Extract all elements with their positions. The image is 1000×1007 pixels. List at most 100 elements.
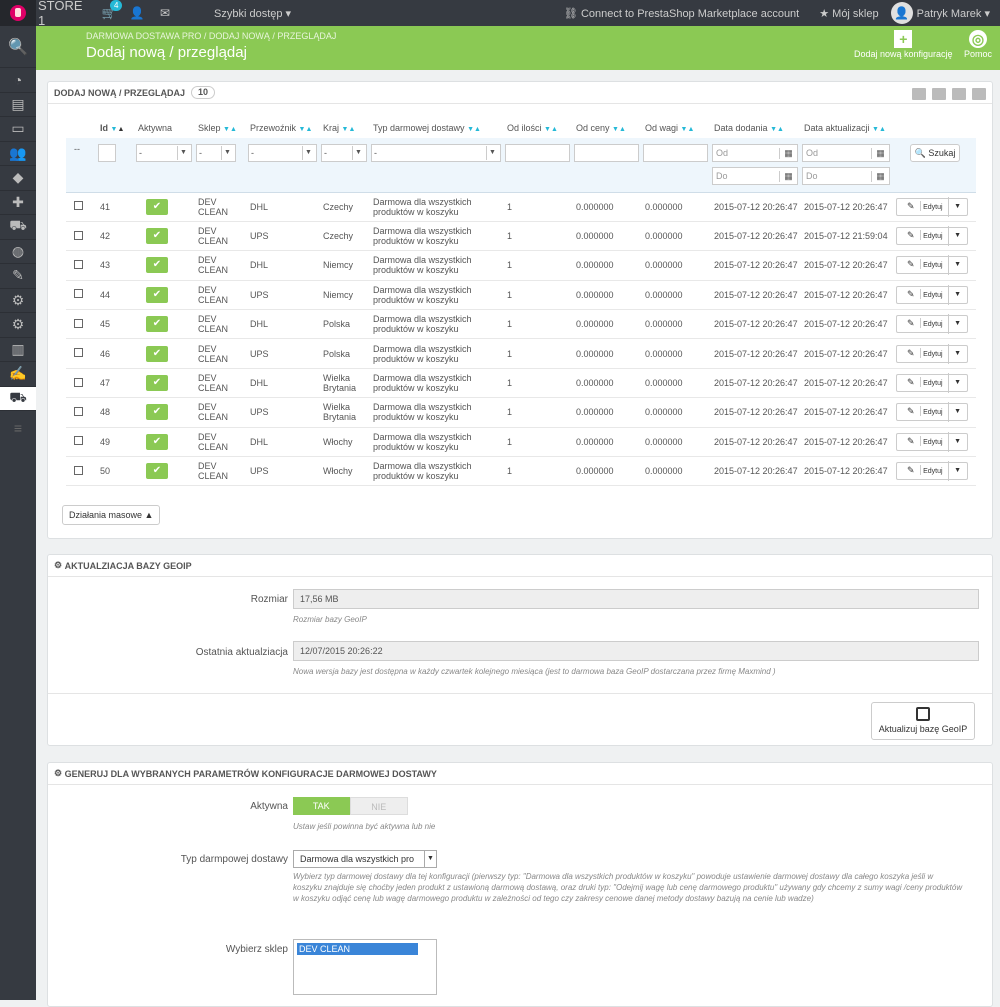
table-row[interactable]: 44 ✔ DEV CLEAN UPS Niemcy Darmowa dla wszystk… [66,280,976,311]
edit-button[interactable]: ✎ Edytuj ▼ [896,284,968,305]
catalog-tags-icon[interactable]: ◆ [0,166,36,191]
localization-icon[interactable]: ◍ [0,240,36,264]
switch-yes[interactable]: TAK [293,797,350,815]
table-row[interactable]: 43 ✔ DEV CLEAN DHL Niemcy Darmowa dla wszystk… [66,250,976,281]
quick-access-menu[interactable]: Szybki dostęp ▾ [214,7,291,20]
sql-icon[interactable] [972,88,986,100]
filter-carrier-select[interactable]: - ▼ [248,144,317,162]
table-row[interactable]: 41 ✔ DEV CLEAN DHL Czechy Darmowa dla wszystk… [66,192,976,222]
filter-weight-input[interactable] [643,144,708,162]
active-switch[interactable]: TAK NIE [293,797,408,815]
row-checkbox[interactable] [74,289,83,299]
prestashop-logo[interactable] [0,0,36,26]
shop-option[interactable]: DEV CLEAN [297,943,418,955]
mail-icon[interactable]: ✉ [156,6,174,20]
sort-icon[interactable]: ▼▲ [299,126,313,133]
edit-button[interactable]: ✎ Edytuj ▼ [896,343,968,364]
user-menu[interactable]: Patryk Marek ▾ [917,7,990,20]
switch-no[interactable]: NIE [349,797,408,815]
sort-icon[interactable]: ▼▲ [467,126,481,133]
caret-down-icon[interactable]: ▼ [949,290,967,300]
filter-id-input[interactable] [98,144,116,162]
add-config-button[interactable]: + Dodaj nową konfigurację [854,30,953,59]
col-added[interactable]: Data dodania ▼▲ [710,118,800,138]
col-country[interactable]: Kraj ▼▲ [319,118,369,138]
truck-icon[interactable]: ⛟ [0,386,36,411]
filter-updated-from[interactable]: Od ▦ [802,144,890,162]
menu-collapse-icon[interactable]: ≡ [0,411,36,445]
row-checkbox[interactable] [74,406,83,416]
table-row[interactable]: 50 ✔ DEV CLEAN UPS Włochy Darmowa dla wszystk… [66,456,976,487]
col-carrier[interactable]: Przewoźnik ▼▲ [246,118,319,138]
check-icon[interactable]: ✔ [146,375,168,392]
shipping-icon[interactable]: ⛟ [0,215,36,240]
help-button[interactable]: ◎ Pomoc [964,30,992,59]
check-icon[interactable]: ✔ [146,433,168,450]
sort-icon[interactable]: ▼▲ [872,126,886,133]
check-icon[interactable]: ✔ [146,257,168,274]
table-row[interactable]: 47 ✔ DEV CLEAN DHL Wielka Brytania Darmowa dl… [66,368,976,399]
edit-button[interactable]: ✎ Edytuj ▼ [896,314,968,335]
calendar-icon[interactable]: ▦ [871,147,889,159]
col-type[interactable]: Typ darmowej dostawy ▼▲ [369,118,503,138]
calendar-icon[interactable]: ▦ [871,170,889,182]
filter-added-to[interactable]: Do ▦ [712,167,798,185]
store-name[interactable]: STORE 1 [38,0,90,28]
export-icon[interactable] [932,88,946,100]
filter-country-select[interactable]: - ▼ [321,144,367,162]
marketplace-link[interactable]: ⛓ Connect to PrestaShop Marketplace acco… [564,7,799,20]
bulk-actions-button[interactable]: Działania masowe ▲ [62,505,161,525]
edit-button[interactable]: ✎ Edytuj ▼ [896,373,968,394]
check-icon[interactable]: ✔ [146,316,168,333]
filter-added-from[interactable]: Od ▦ [712,144,798,162]
row-checkbox[interactable] [74,348,83,358]
edit-button[interactable]: ✎ Edytuj ▼ [896,431,968,452]
edit-icon[interactable]: ✍ [0,362,36,387]
advanced-icon[interactable]: ⚙ [0,313,36,338]
customers-icon[interactable]: 👥 [0,142,36,166]
caret-down-icon[interactable]: ▼ [949,407,967,417]
sort-icon[interactable]: ▼▲ [681,126,695,133]
row-checkbox[interactable] [74,465,83,475]
row-checkbox[interactable] [74,318,83,328]
edit-button[interactable]: ✎ Edytuj ▼ [896,461,968,482]
avatar[interactable]: 👤 [890,2,913,24]
sort-icon[interactable]: ▼▲ [544,126,558,133]
table-row[interactable]: 42 ✔ DEV CLEAN UPS Czechy Darmowa dla wszystk… [66,221,976,252]
col-shop[interactable]: Sklep ▼▲ [194,118,246,138]
table-row[interactable]: 45 ✔ DEV CLEAN DHL Polska Darmowa dla wszystk… [66,309,976,340]
filter-shop-select[interactable]: - ▼ [196,144,236,162]
check-icon[interactable]: ✔ [146,228,168,245]
shop-listbox[interactable]: DEV CLEAN [293,939,437,995]
table-row[interactable]: 49 ✔ DEV CLEAN DHL Włochy Darmowa dla wszystk… [66,427,976,458]
sort-icon[interactable]: ▼▲ [342,126,356,133]
add-icon[interactable] [912,88,926,100]
row-checkbox[interactable] [74,201,83,211]
caret-down-icon[interactable]: ▼ [949,260,967,270]
col-updated[interactable]: Data aktualizacji ▼▲ [800,118,892,138]
check-icon[interactable]: ✔ [146,404,168,421]
sort-up-icon[interactable]: ▲ [117,126,124,133]
sort-icon[interactable]: ▼▲ [223,126,237,133]
refresh-icon[interactable] [952,88,966,100]
col-id[interactable]: Id ▼▲ [96,118,134,138]
edit-button[interactable]: ✎ Edytuj ▼ [896,255,968,276]
preferences-icon[interactable]: ⚙ [0,289,36,313]
caret-down-icon[interactable]: ▼ [949,349,967,359]
row-checkbox[interactable] [74,377,83,387]
dashboard-icon[interactable]: ◔ [0,68,36,93]
check-icon[interactable]: ✔ [146,198,168,215]
caret-down-icon[interactable]: ▼ [949,466,967,476]
caret-down-icon[interactable]: ▼ [949,437,967,447]
row-checkbox[interactable] [74,230,83,240]
filter-updated-to[interactable]: Do ▦ [802,167,890,185]
filter-price-input[interactable] [574,144,639,162]
table-row[interactable]: 46 ✔ DEV CLEAN UPS Polska Darmowa dla wszystk… [66,338,976,369]
sort-icon[interactable]: ▼▲ [612,126,626,133]
edit-button[interactable]: ✎ Edytuj ▼ [896,196,968,217]
check-icon[interactable]: ✔ [146,463,168,480]
user-icon[interactable]: 👤 [128,6,146,20]
caret-down-icon[interactable]: ▼ [949,378,967,388]
col-price[interactable]: Od ceny ▼▲ [572,118,641,138]
table-row[interactable]: 48 ✔ DEV CLEAN UPS Wielka Brytania Darmowa dl… [66,397,976,428]
